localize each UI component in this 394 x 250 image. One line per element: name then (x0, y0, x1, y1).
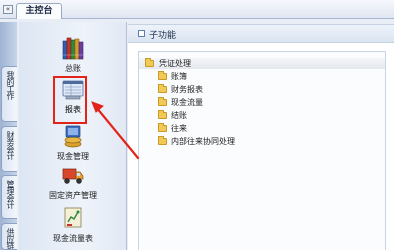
module-general-ledger[interactable]: 总账 (19, 36, 127, 74)
folder-icon (158, 97, 167, 106)
module-cash-management[interactable]: 现金管理 (19, 124, 127, 162)
sub-function-panel: 子功能 凭证处理 账簿 财务报表 现金流量 结账 往来 内部往来协同处理 (128, 24, 394, 250)
fixed-assets-truck-icon (62, 168, 84, 184)
category-strip: 我的工作 财务会计 管理会计 供应链 (0, 22, 17, 250)
sub-function-list: 凭证处理 账簿 财务报表 现金流量 结账 往来 内部往来协同处理 (138, 51, 386, 250)
list-item-voucher-processing[interactable]: 凭证处理 (139, 58, 385, 69)
cash-management-icon (64, 125, 82, 148)
folder-icon (158, 84, 167, 93)
module-label: 固定资产管理 (49, 191, 97, 200)
list-item-financial-statements[interactable]: 财务报表 (139, 84, 385, 95)
list-item-internal-collaboration[interactable]: 内部往来协同处理 (139, 136, 385, 147)
folder-icon (158, 136, 167, 145)
section-header: 子功能 (128, 25, 394, 43)
vertical-tab-management-accounting[interactable]: 管理会计 (1, 175, 17, 219)
folder-icon (145, 58, 154, 67)
vertical-tab-my-work[interactable]: 我的工作 (1, 66, 17, 122)
module-icon-panel: 总账 报表 现金管理 固定资产管理 现金流量表 (19, 22, 127, 250)
module-label: 现金管理 (57, 152, 89, 161)
books-icon (62, 37, 84, 60)
vertical-tab-financial-accounting[interactable]: 财务会计 (1, 126, 17, 172)
module-label: 总账 (65, 64, 81, 73)
module-cash-flow-statement[interactable]: 现金流量表 (19, 206, 127, 244)
collapse-icon[interactable]: « (3, 5, 13, 14)
list-item-cash-flow[interactable]: 现金流量 (139, 97, 385, 108)
list-item-ledger-books[interactable]: 账簿 (139, 71, 385, 82)
module-fixed-assets[interactable]: 固定资产管理 (19, 165, 127, 201)
section-title: 子功能 (149, 31, 177, 41)
list-item-receivables-payables[interactable]: 往来 (139, 123, 385, 134)
section-square-icon (138, 30, 145, 37)
module-label: 现金流量表 (53, 234, 93, 243)
folder-icon (158, 123, 167, 132)
list-item-period-closing[interactable]: 结账 (139, 110, 385, 121)
folder-icon (158, 110, 167, 119)
tab-main-console[interactable]: 主控台 (16, 3, 62, 19)
annotation-highlight-box (53, 76, 87, 124)
top-tab-bar: « 主控台 (0, 0, 394, 19)
cash-flow-statement-icon (64, 207, 82, 228)
folder-icon (158, 71, 167, 80)
vertical-tab-supply-chain[interactable]: 供应链 (1, 223, 17, 250)
